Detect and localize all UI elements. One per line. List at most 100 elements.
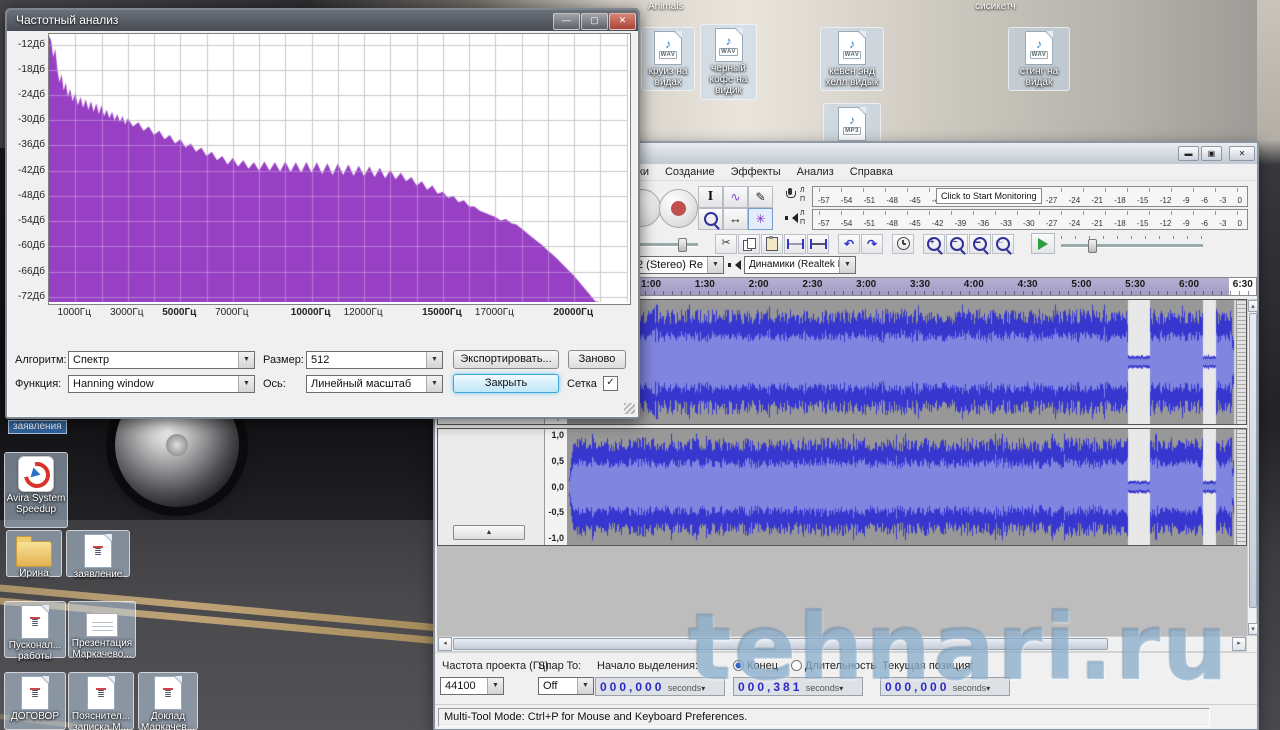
ruler-value: -1,0 xyxy=(548,533,564,543)
vertical-scrollbar[interactable]: ▴ ▾ xyxy=(1247,299,1257,636)
mixer-slider-thumb[interactable] xyxy=(678,238,687,252)
timeshift-tool-button[interactable]: ↔ xyxy=(723,208,748,230)
meter-scale-value: 0 xyxy=(1238,219,1242,228)
spectrum-plot[interactable] xyxy=(48,33,631,305)
desktop-icon-audio-file[interactable]: ♪WAVстинг навидак xyxy=(1008,27,1070,91)
undo-icon: ↶ xyxy=(844,238,854,250)
zoom-selection-button[interactable]: ▬ xyxy=(969,234,991,254)
horizontal-scroll-thumb[interactable] xyxy=(453,638,1108,650)
desktop-icon-audio-file[interactable]: ♪WAVчерныйкофе навидик xyxy=(700,24,757,100)
freq-titlebar[interactable]: Частотный анализ — ▢ ✕ xyxy=(7,10,638,31)
silence-button[interactable] xyxy=(807,234,829,254)
zoom-out-button[interactable]: − xyxy=(946,234,968,254)
track-edge-strip xyxy=(1236,300,1246,424)
menu-item[interactable]: Анализ xyxy=(797,166,834,178)
zoom-in-button[interactable]: + xyxy=(923,234,945,254)
horizontal-scrollbar[interactable]: ◂ ▸ xyxy=(437,636,1247,652)
close-button[interactable]: ✕ xyxy=(609,13,636,30)
trim-button[interactable] xyxy=(784,234,806,254)
document-icon: ≣ xyxy=(21,605,49,639)
maximize-button[interactable]: ▣ xyxy=(1201,146,1222,161)
window-title: Частотный анализ xyxy=(16,13,118,27)
waveform-area[interactable] xyxy=(568,429,1246,545)
envelope-tool-button[interactable]: ∿ xyxy=(723,186,748,208)
sync-clock-button[interactable] xyxy=(892,234,914,254)
y-axis-label: -60Дб xyxy=(9,240,45,251)
file-type-badge: WAV xyxy=(843,51,862,59)
magnifier-icon xyxy=(704,212,718,226)
zoom-tool-button[interactable] xyxy=(698,208,723,230)
desktop-icon-audio-file[interactable]: ♪WAVкевен эндхелл видык xyxy=(820,27,884,91)
x-axis-label: 7000Гц xyxy=(215,307,248,318)
draw-tool-button[interactable]: ✎ xyxy=(748,186,773,208)
end-radio[interactable]: Конец xyxy=(733,660,778,672)
meter-scale-value: -45 xyxy=(909,196,921,205)
track-control-panel[interactable]: ▲ xyxy=(438,429,545,545)
redo-button[interactable]: Заново xyxy=(568,350,626,369)
axis-dropdown[interactable]: Линейный масштаб ▼ xyxy=(306,375,443,393)
timeline-ruler[interactable]: 1:001:302:002:303:003:304:004:305:005:30… xyxy=(545,277,1257,296)
desktop-icon-doc[interactable]: ≣Пояснител...записка M... xyxy=(68,672,134,730)
speed-slider-thumb[interactable] xyxy=(1088,239,1097,253)
scroll-left-arrow[interactable]: ◂ xyxy=(438,637,452,651)
output-device-dropdown[interactable]: Динамики (Realtek Hi ▼ xyxy=(744,256,856,274)
close-button[interactable]: ✕ xyxy=(1229,146,1255,161)
maximize-button[interactable]: ▢ xyxy=(581,13,608,30)
selection-start-field[interactable]: 000,000 seconds▾ xyxy=(595,677,725,696)
doc-lines-icon: ≣ xyxy=(163,688,173,699)
scroll-right-arrow[interactable]: ▸ xyxy=(1232,637,1246,651)
selection-end-field[interactable]: 000,381 seconds▾ xyxy=(733,677,863,696)
avira-logo-icon xyxy=(18,456,54,492)
copy-button[interactable] xyxy=(738,234,760,254)
timeline-label: 5:30 xyxy=(1125,279,1145,290)
undo-button[interactable]: ↶ xyxy=(838,234,860,254)
project-rate-dropdown[interactable]: 44100 ▼ xyxy=(440,677,504,695)
minimize-button[interactable]: ▬ xyxy=(1178,146,1199,161)
mixer-volume-slider[interactable] xyxy=(640,243,698,247)
selected-icon-label[interactable]: заявления xyxy=(8,420,67,434)
waveform-area[interactable] xyxy=(568,300,1246,424)
function-dropdown[interactable]: Hanning window ▼ xyxy=(68,375,255,393)
vertical-scroll-thumb[interactable] xyxy=(1249,313,1257,608)
desktop-icon-audio-file[interactable]: ♪MP3H&H xyxy=(823,103,881,145)
x-axis-label: 17000Гц xyxy=(475,307,514,318)
scroll-down-arrow[interactable]: ▾ xyxy=(1248,623,1258,635)
selection-tool-button[interactable]: I xyxy=(698,186,723,208)
menu-item[interactable]: Эффекты xyxy=(731,166,781,178)
close-dialog-button[interactable]: Закрыть xyxy=(453,374,559,393)
desktop-icon-audio-file[interactable]: ♪WAVкруиз навидак xyxy=(641,27,695,91)
algorithm-dropdown[interactable]: Спектр ▼ xyxy=(68,351,255,369)
record-button[interactable] xyxy=(659,189,698,228)
minimize-button[interactable]: — xyxy=(553,13,580,30)
desktop-icon-sheet[interactable]: ПрезентацияМаркачево... xyxy=(68,601,136,658)
icon-label: ПрезентацияМаркачево... xyxy=(72,638,132,660)
project-rate-label: Частота проекта (Гц): xyxy=(442,660,552,672)
menu-item[interactable]: Создание xyxy=(665,166,715,178)
desktop-icon-folder[interactable]: Ирина xyxy=(6,530,62,577)
resize-grip[interactable] xyxy=(624,403,635,414)
paste-button[interactable] xyxy=(761,234,783,254)
desktop-icon-doc[interactable]: ≣Пусконал...работы xyxy=(4,601,66,658)
current-position-field[interactable]: 000,000 seconds▾ xyxy=(880,677,1010,696)
scroll-up-arrow[interactable]: ▴ xyxy=(1248,300,1258,312)
desktop-icon-doc2[interactable]: ≣заявление xyxy=(66,530,130,577)
multi-tool-button[interactable]: ✳ xyxy=(748,208,773,230)
desktop-icon-doc[interactable]: ≣ДокладМаркачев... xyxy=(138,672,198,730)
length-radio[interactable]: Длительность xyxy=(791,660,876,672)
playback-speed-slider[interactable] xyxy=(1061,244,1203,248)
meter-scale-value: -18 xyxy=(1114,196,1126,205)
input-channels-dropdown[interactable]: 2 (Stereo) Re ▼ xyxy=(632,256,724,274)
play-at-speed-button[interactable] xyxy=(1031,233,1055,254)
menu-item[interactable]: Справка xyxy=(850,166,893,178)
cut-button[interactable]: ✂ xyxy=(715,234,737,254)
desktop-icon-doc[interactable]: ≣ДОГОВОР xyxy=(4,672,66,730)
grid-checkbox[interactable]: ✓ xyxy=(603,376,618,391)
zoom-fit-button[interactable]: ↔ xyxy=(992,234,1014,254)
track-collapse-button[interactable]: ▲ xyxy=(453,525,525,540)
snap-to-dropdown[interactable]: Off ▼ xyxy=(538,677,594,695)
size-dropdown[interactable]: 512 ▼ xyxy=(306,351,443,369)
desktop-icon-avira[interactable]: Avira SystemSpeedup xyxy=(4,452,68,528)
playback-meter[interactable]: -57-54-51-48-45-42-39-36-33-30-27-24-21-… xyxy=(812,209,1248,230)
redo-button[interactable]: ↷ xyxy=(861,234,883,254)
export-button[interactable]: Экспортировать... xyxy=(453,350,559,369)
